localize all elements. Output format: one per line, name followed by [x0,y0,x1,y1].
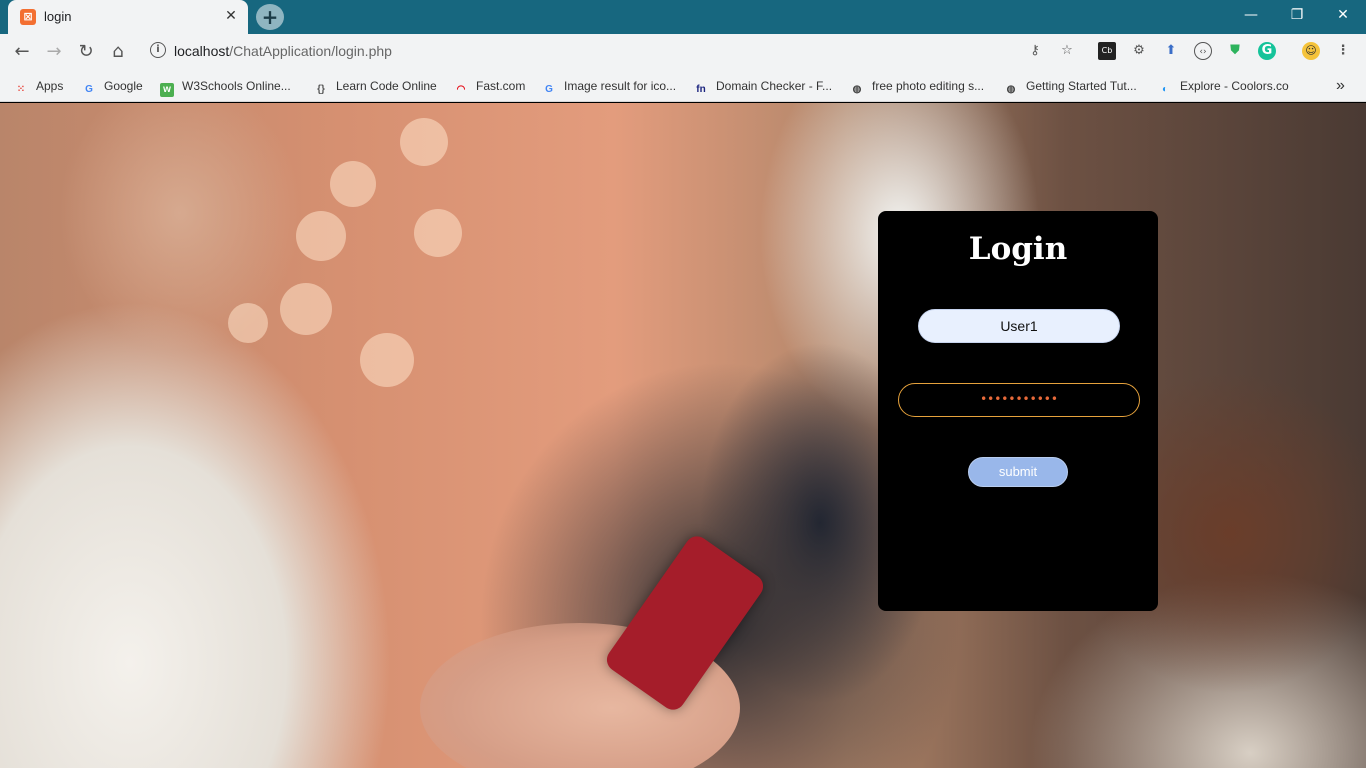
address-bar[interactable]: i localhost/ChatApplication/login.php [146,39,1326,65]
w3schools-icon: w [160,83,174,97]
bokeh-light [280,283,332,335]
extension-code-icon[interactable]: ‹› [1194,42,1212,60]
extension-gear-icon[interactable]: ⚙ [1130,42,1148,60]
bookmark-learn-code[interactable]: {} Learn Code Online [314,77,437,95]
bookmark-fast[interactable]: ◠ Fast.com [454,77,526,95]
submit-button[interactable]: submit [968,457,1068,487]
bookmark-label: Domain Checker - F... [716,79,833,93]
star-icon[interactable]: ☆ [1058,42,1076,60]
bookmark-label: Fast.com [476,79,526,93]
freenom-icon: fn [696,84,706,95]
background-photo [0,103,1366,768]
close-window-button[interactable]: ✕ [1320,0,1366,30]
bookmark-label: Explore - Coolors.co [1180,79,1289,93]
bookmarks-bar: ⁙ Apps G Google w W3Schools Online... {} Lea… [0,70,1366,102]
password-input[interactable]: ••••••••••• [898,383,1140,417]
grammarly-icon[interactable]: G [1258,42,1276,60]
url-text[interactable]: localhost/ChatApplication/login.php [174,43,392,59]
bookmark-label: Getting Started Tut... [1026,79,1137,93]
bookmark-label: Learn Code Online [336,79,437,93]
bookmark-w3schools[interactable]: w W3Schools Online... [160,77,291,97]
restore-button[interactable]: ❐ [1274,0,1320,30]
extension-shield-icon[interactable]: ⛊ [1226,42,1244,60]
back-icon[interactable]: ← [10,40,34,64]
xampp-icon: ⊠ [20,9,36,25]
url-path: /ChatApplication/login.php [229,43,392,59]
bookmark-google[interactable]: G Google [82,77,143,95]
globe-icon: ◍ [1006,84,1016,95]
browser-titlebar: ⊠ login ✕ + — ❐ ✕ [0,0,1366,34]
bookmark-label: Image result for ico... [564,79,677,93]
apps-grid-icon: ⁙ [16,84,26,95]
key-icon[interactable]: ⚷ [1026,42,1044,60]
browser-tab[interactable]: ⊠ login ✕ [8,0,248,34]
bookmark-coolors[interactable]: ◐ Explore - Coolors.co [1158,77,1289,95]
minimize-button[interactable]: — [1228,0,1274,30]
bookmark-apps[interactable]: ⁙ Apps [14,77,64,95]
bookmark-label: free photo editing s... [872,79,985,93]
bookmark-image-result[interactable]: G Image result for ico... [542,77,676,95]
home-icon[interactable]: ⌂ [106,40,130,64]
bokeh-light [228,303,268,343]
google-icon: G [85,84,93,95]
fast-icon: ◠ [456,84,466,95]
url-host: localhost [174,43,230,59]
login-card: Login User1 ••••••••••• submit [878,211,1158,611]
bookmark-label: Google [104,79,143,93]
bookmark-photo-editing[interactable]: ◍ free photo editing s... [850,77,984,95]
code-icon: {} [317,84,325,95]
close-tab-icon[interactable]: ✕ [222,7,240,25]
extension-upload-icon[interactable]: ⬆ [1162,42,1180,60]
login-title: Login [968,231,1068,267]
username-input[interactable]: User1 [918,309,1120,343]
bokeh-light [296,211,346,261]
browser-toolbar: ← → ↻ ⌂ i localhost/ChatApplication/logi… [0,34,1366,70]
bookmarks-overflow-icon[interactable]: » [1336,77,1345,95]
coolors-icon: ◐ [1161,84,1169,95]
menu-icon[interactable]: ⋮ [1334,42,1352,60]
bookmark-domain-checker[interactable]: fn Domain Checker - F... [694,77,832,95]
bookmark-label: W3Schools Online... [182,79,291,93]
bookmark-label: Apps [36,79,64,93]
bokeh-light [330,161,376,207]
profile-avatar[interactable]: ☺ [1302,42,1320,60]
bokeh-light [400,118,448,166]
bokeh-light [414,209,462,257]
bokeh-light [360,333,414,387]
google-icon: G [545,84,553,95]
new-tab-button[interactable]: + [256,4,284,30]
forward-icon[interactable]: → [42,40,66,64]
reload-icon[interactable]: ↻ [74,40,98,64]
bookmark-getting-started[interactable]: ◍ Getting Started Tut... [1004,77,1137,95]
globe-icon: ◍ [852,84,862,95]
info-icon[interactable]: i [150,42,166,58]
tab-title: login [44,9,72,24]
extension-cb-icon[interactable]: Cb [1098,42,1116,60]
